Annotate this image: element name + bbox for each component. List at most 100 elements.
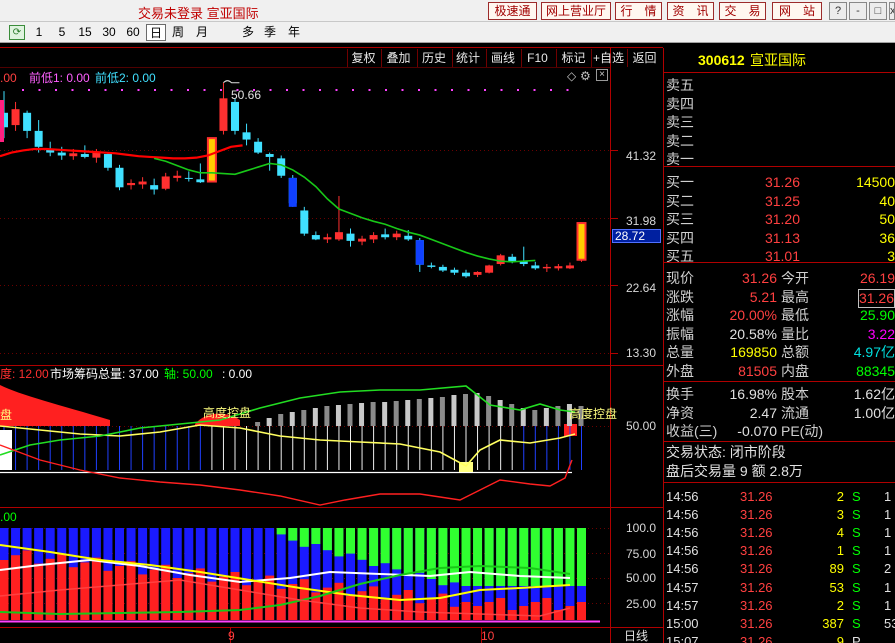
price-axis-label-2: 31.98 bbox=[626, 214, 657, 228]
signal-dot bbox=[352, 89, 354, 91]
tick-count: 1 bbox=[884, 525, 892, 541]
signal-dot bbox=[451, 89, 453, 91]
divider bbox=[664, 72, 895, 73]
volume-bar-green bbox=[577, 528, 586, 586]
stat-value: 81505 bbox=[738, 362, 777, 379]
candle-body bbox=[311, 235, 320, 240]
bid-volume: 40 bbox=[879, 192, 895, 209]
candle-body bbox=[300, 210, 309, 234]
limit-up-candle bbox=[576, 222, 587, 261]
volume-bar-red bbox=[115, 566, 124, 620]
volume-bar-red bbox=[496, 598, 506, 620]
minimize-icon[interactable]: - bbox=[849, 2, 867, 20]
signal-dot bbox=[467, 89, 470, 91]
signal-dot bbox=[22, 89, 24, 91]
history-button[interactable]: 历史 bbox=[417, 49, 450, 67]
main-legend-prev-low-2: 前低2: 0.00 bbox=[95, 71, 156, 85]
candle-body bbox=[57, 152, 66, 156]
statistics-button[interactable]: 统计 bbox=[452, 49, 483, 67]
stat-label: 外盘 bbox=[666, 362, 694, 379]
adjust-button[interactable]: 复权 bbox=[347, 49, 379, 67]
bid-price[interactable]: 31.13 bbox=[765, 230, 800, 247]
tick-price: 31.26 bbox=[740, 543, 773, 559]
chip-bar bbox=[312, 408, 318, 426]
tick-time: 15:00 bbox=[666, 615, 699, 631]
tick-price: 31.26 bbox=[740, 561, 773, 577]
back-button[interactable]: 返回 bbox=[627, 49, 661, 67]
signal-dot bbox=[335, 89, 338, 91]
bid-price[interactable]: 31.26 bbox=[765, 174, 800, 191]
stat-label: 涨幅 bbox=[666, 307, 694, 323]
tick-row: 14:56 31.26 89 S 2 bbox=[664, 560, 895, 578]
help-icon[interactable]: ? bbox=[829, 2, 847, 20]
candle-body bbox=[231, 101, 239, 131]
tick-side: S bbox=[852, 525, 861, 541]
tick-time: 14:56 bbox=[666, 525, 699, 541]
signal-dot bbox=[269, 89, 272, 91]
top-button-news[interactable]: 资 讯 bbox=[667, 2, 714, 20]
candle-body bbox=[138, 181, 147, 185]
signal-dot bbox=[302, 89, 305, 91]
volume-bar-green bbox=[496, 528, 506, 586]
volume-bar-red bbox=[230, 572, 240, 620]
settings-icon[interactable]: ⚙ bbox=[580, 69, 591, 83]
chip-bar bbox=[266, 418, 272, 426]
ind1-legend-prefix: 度: 12.00 bbox=[0, 367, 49, 381]
maximize-icon[interactable]: □ bbox=[869, 2, 887, 20]
stat-label: 量比 bbox=[781, 325, 809, 342]
signal-dot bbox=[434, 89, 437, 91]
volume-bar-red bbox=[207, 581, 217, 620]
top-button-website[interactable]: 网 站 bbox=[772, 2, 822, 20]
draw-line-button[interactable]: 画线 bbox=[486, 49, 519, 67]
top-button-trade[interactable]: 交 易 bbox=[719, 2, 766, 20]
diamond-icon[interactable]: ◇ bbox=[567, 69, 576, 83]
volume-bar-green bbox=[276, 528, 286, 535]
volume-bar-red bbox=[484, 602, 494, 620]
overlay-button[interactable]: 叠加 bbox=[381, 49, 415, 67]
indicator-line-red bbox=[0, 444, 573, 506]
signal-dot bbox=[203, 89, 206, 91]
stat-value: 20.00% bbox=[729, 307, 777, 323]
tick-row: 15:07 31.26 9 P bbox=[664, 633, 895, 643]
volume-bar-green bbox=[346, 528, 355, 554]
tick-volume: 1 bbox=[836, 543, 844, 559]
mark-button[interactable]: 标记 bbox=[556, 49, 590, 67]
volume-bar-red bbox=[577, 602, 586, 620]
close-panel-icon[interactable]: × bbox=[596, 69, 608, 81]
volume-bar-red bbox=[530, 602, 540, 620]
candle-body bbox=[542, 266, 551, 269]
tick-volume: 53 bbox=[829, 579, 844, 595]
signal-dot bbox=[500, 89, 503, 91]
chart-canvas[interactable] bbox=[0, 0, 663, 643]
volume-bar-green bbox=[357, 528, 367, 560]
volume-bar-red bbox=[22, 550, 32, 620]
bid-price[interactable]: 31.25 bbox=[765, 193, 800, 210]
tick-time: 14:57 bbox=[666, 597, 699, 613]
tick-time: 14:56 bbox=[666, 543, 699, 559]
tick-price: 31.26 bbox=[740, 489, 773, 504]
volume-bar-red bbox=[68, 567, 78, 620]
candle-body bbox=[184, 177, 193, 179]
bid-price[interactable]: 31.20 bbox=[765, 211, 800, 228]
chip-bar bbox=[520, 408, 526, 426]
signal-dot bbox=[38, 89, 41, 91]
signal-dot bbox=[368, 89, 371, 91]
ind2-axis-label-3: 50.00 bbox=[626, 571, 657, 585]
ind1-label-right: 高度控盘 bbox=[569, 407, 618, 421]
signal-dot bbox=[418, 89, 420, 91]
chip-bar bbox=[474, 393, 480, 426]
tick-row: 14:57 31.26 53 S 1 bbox=[664, 579, 895, 597]
quote-panel: 300612 宣亚国际 卖五 卖四 卖三 卖二 卖一 买一 31.26 14500 买二 31.… bbox=[663, 48, 895, 643]
candle-body bbox=[34, 130, 43, 147]
stat-value: 31.26 bbox=[741, 270, 777, 286]
candle-body bbox=[565, 265, 574, 269]
f10-button[interactable]: F10 bbox=[521, 49, 553, 67]
candle-body bbox=[404, 235, 413, 240]
ma-line-red bbox=[0, 144, 243, 160]
add-watchlist-button[interactable]: +自选 bbox=[591, 49, 625, 67]
tick-side: S bbox=[852, 615, 861, 631]
signal-dot bbox=[385, 89, 387, 91]
candle-body bbox=[265, 154, 274, 157]
close-icon[interactable]: x bbox=[889, 2, 895, 20]
ind1-axis-label: 50.00 bbox=[626, 419, 657, 433]
